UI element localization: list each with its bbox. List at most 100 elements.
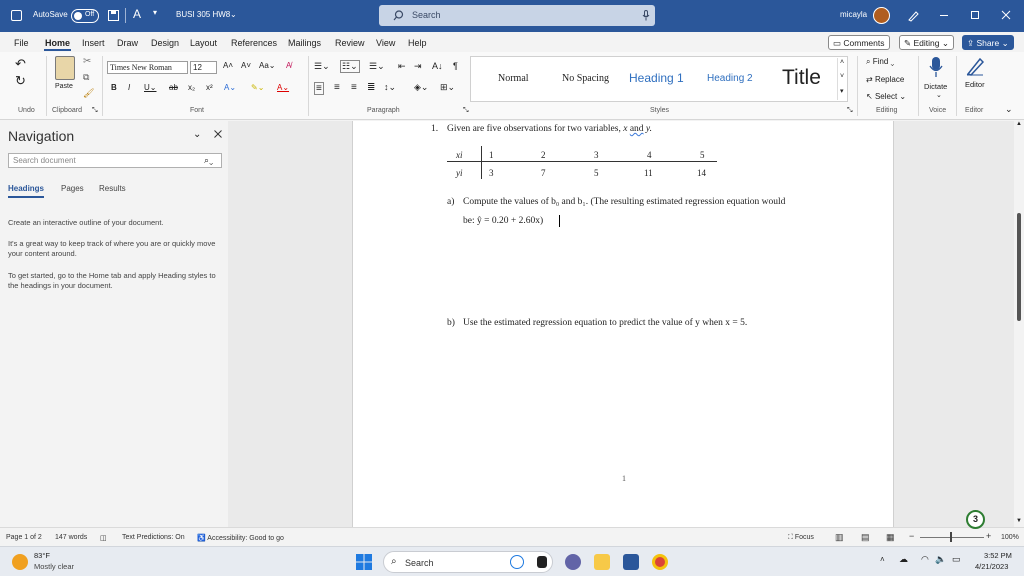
chrome-icon[interactable] — [652, 554, 668, 570]
line-spacing-icon[interactable]: ↕⌄ — [384, 82, 396, 93]
text-effects-icon[interactable]: A⌄ — [224, 83, 236, 92]
align-center-icon[interactable]: ≡ — [334, 82, 340, 93]
bold-icon[interactable]: B — [111, 83, 117, 92]
shrink-font-icon[interactable]: A˅ — [241, 61, 251, 70]
weather-temp[interactable]: 83°F — [34, 551, 50, 560]
font-size-select[interactable]: 12 — [190, 61, 217, 74]
text-style-icon[interactable]: A — [133, 7, 141, 21]
cut-icon[interactable]: ✂ — [83, 56, 91, 67]
editor-pen-icon[interactable] — [966, 56, 984, 76]
increase-indent-icon[interactable]: ⇥ — [414, 61, 422, 72]
print-layout-icon[interactable]: ▤ — [861, 532, 870, 543]
document-page[interactable]: 1. Given are five observations for two v… — [352, 121, 894, 527]
dialog-launcher-icon[interactable]: ⤡ — [847, 107, 853, 115]
grow-font-icon[interactable]: A˄ — [223, 61, 233, 70]
style-heading-1[interactable]: Heading 1 — [629, 71, 684, 85]
autosave-toggle[interactable]: Off — [71, 9, 99, 23]
numbering-icon[interactable]: ☷⌄ — [340, 60, 360, 73]
tab-insert[interactable]: Insert — [82, 38, 105, 48]
tab-review[interactable]: Review — [335, 38, 365, 48]
superscript-icon[interactable]: x² — [206, 83, 213, 92]
chat-icon[interactable] — [565, 554, 581, 570]
text-predictions[interactable]: Text Predictions: On — [122, 534, 185, 541]
bullets-icon[interactable]: ☰⌄ — [314, 61, 330, 72]
tab-view[interactable]: View — [376, 38, 395, 48]
close-icon[interactable] — [1001, 10, 1011, 20]
tab-file[interactable]: File — [14, 38, 29, 48]
highlight-icon[interactable]: ✎⌄ — [251, 83, 264, 92]
comments-button[interactable]: ▭ Comments — [828, 35, 890, 50]
taskbar-search[interactable]: ⌕ Search — [383, 551, 553, 573]
title-search-box[interactable]: Search — [379, 5, 655, 26]
chevron-down-icon[interactable]: ⌄ — [193, 129, 201, 140]
format-painter-icon[interactable]: 🖌 — [83, 88, 94, 99]
redo-icon[interactable]: ↻ — [15, 73, 26, 89]
show-formatting-icon[interactable]: ¶ — [453, 61, 458, 71]
web-layout-icon[interactable]: ▦ — [886, 532, 895, 543]
zoom-slider-thumb[interactable] — [950, 532, 952, 542]
tab-pages[interactable]: Pages — [61, 184, 84, 193]
document-title[interactable]: BUSI 305 HW8 — [176, 10, 230, 19]
style-normal[interactable]: Normal — [498, 73, 529, 84]
tab-results[interactable]: Results — [99, 184, 126, 193]
pen-icon[interactable] — [907, 10, 919, 22]
tab-references[interactable]: References — [231, 38, 277, 48]
dialog-launcher-icon[interactable]: ⤡ — [463, 107, 469, 115]
style-heading-2[interactable]: Heading 2 — [707, 73, 753, 84]
notification-badge[interactable]: 3 — [966, 510, 985, 529]
zoom-in-icon[interactable]: + — [986, 531, 991, 541]
clear-formatting-icon[interactable]: A̸ — [286, 61, 291, 70]
tab-mailings[interactable]: Mailings — [288, 38, 321, 48]
windows-start-icon[interactable] — [356, 554, 372, 570]
focus-button[interactable]: ⛶ Focus — [788, 534, 814, 542]
proofing-icon[interactable]: ◫ — [100, 534, 107, 542]
align-right-icon[interactable]: ≡ — [351, 82, 357, 93]
search-icon[interactable]: ⌕⌄ — [204, 155, 213, 166]
tab-design[interactable]: Design — [151, 38, 179, 48]
wifi-icon[interactable]: ◠ — [921, 554, 929, 565]
battery-icon[interactable]: ▭ — [952, 554, 961, 565]
cloud-icon[interactable]: ☁ — [899, 554, 908, 565]
zoom-level[interactable]: 100% — [1001, 534, 1019, 541]
tab-draw[interactable]: Draw — [117, 38, 138, 48]
qat-dropdown-icon[interactable]: ▾ — [153, 8, 157, 17]
collapse-ribbon-icon[interactable]: ⌄ — [1005, 104, 1013, 115]
style-title[interactable]: Title — [782, 66, 821, 90]
close-icon[interactable] — [214, 130, 222, 138]
clipboard-icon[interactable] — [55, 56, 75, 80]
user-avatar[interactable] — [873, 7, 890, 24]
font-color-icon[interactable]: A⌄ — [277, 83, 289, 92]
tab-headings[interactable]: Headings — [8, 184, 44, 193]
align-left-icon[interactable]: ≡ — [314, 82, 324, 95]
minimize-button[interactable] — [940, 15, 948, 16]
save-icon[interactable] — [108, 10, 119, 21]
microphone-icon[interactable] — [929, 56, 943, 78]
scrollbar-thumb[interactable] — [1017, 213, 1021, 321]
weather-icon[interactable] — [12, 554, 28, 570]
editor-button[interactable]: Editor — [965, 80, 985, 89]
word-app-icon[interactable] — [623, 554, 639, 570]
change-case-icon[interactable]: Aa⌄ — [259, 61, 276, 70]
decrease-indent-icon[interactable]: ⇤ — [398, 61, 406, 72]
borders-icon[interactable]: ⊞⌄ — [440, 82, 455, 93]
undo-icon[interactable]: ↶ — [15, 56, 26, 72]
italic-icon[interactable]: I — [128, 83, 130, 92]
title-chevron-icon[interactable]: ⌄ — [230, 10, 237, 19]
subscript-icon[interactable]: x₂ — [188, 83, 195, 92]
word-count[interactable]: 147 words — [55, 534, 87, 541]
clock-date[interactable]: 4/21/2023 — [975, 562, 1008, 571]
page-count[interactable]: Page 1 of 2 — [6, 534, 42, 541]
read-mode-icon[interactable]: ▥ — [835, 532, 844, 543]
sort-icon[interactable]: A↓ — [432, 61, 443, 71]
select-button[interactable]: ↖ Select ⌄ — [866, 92, 906, 101]
dialog-launcher-icon[interactable]: ⤡ — [92, 107, 98, 115]
tab-home[interactable]: Home — [45, 38, 70, 48]
paste-button[interactable]: Paste — [55, 83, 73, 90]
restore-button[interactable] — [971, 11, 979, 19]
copy-icon[interactable]: ⧉ — [83, 72, 89, 83]
underline-icon[interactable]: U⌄ — [144, 83, 156, 92]
user-name[interactable]: micayla — [840, 10, 867, 19]
accessibility-status[interactable]: ♿ Accessibility: Good to go — [197, 534, 284, 542]
share-button[interactable]: ⇪ Share ⌄ — [962, 35, 1014, 50]
search-document-input[interactable]: Search document ⌕⌄ — [8, 153, 222, 168]
